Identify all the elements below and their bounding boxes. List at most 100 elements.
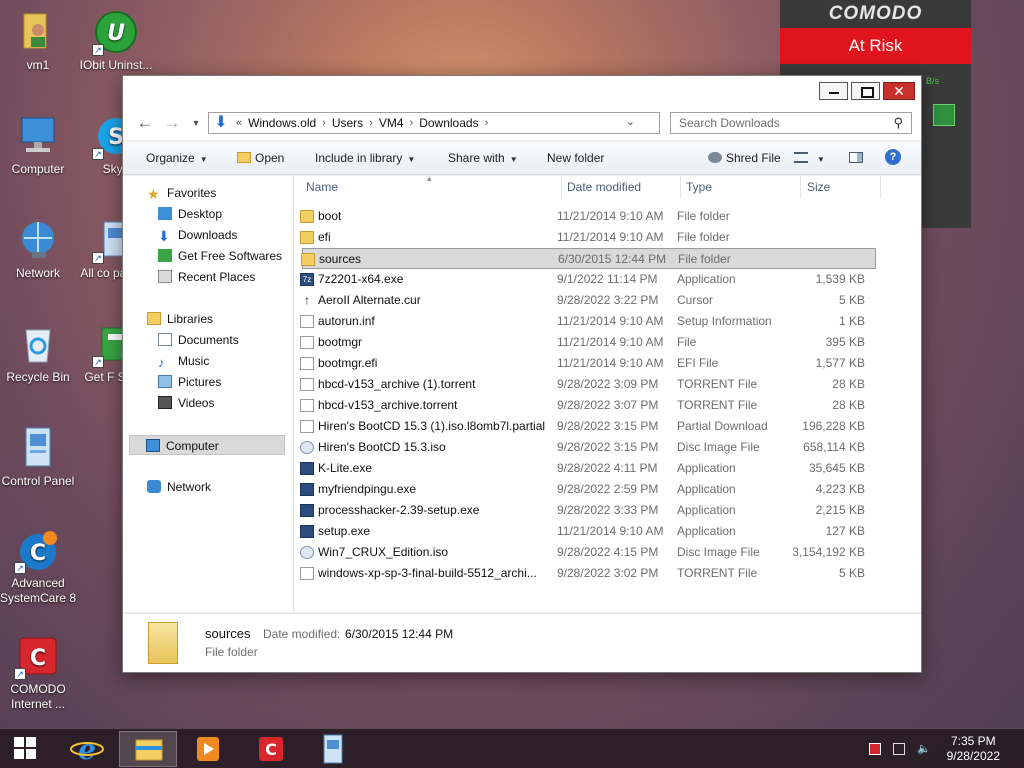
folder-icon: [300, 210, 314, 223]
nav-desktop[interactable]: Desktop: [158, 204, 222, 224]
file-date-modified: 9/28/2022 3:33 PM: [557, 503, 659, 517]
file-row[interactable]: Win7_CRUX_Edition.iso 9/28/2022 4:15 PM Di…: [300, 542, 876, 563]
nav-documents[interactable]: Documents: [158, 330, 239, 350]
nav-favorites[interactable]: ★ Favorites: [147, 183, 216, 203]
breadcrumb-separator-icon[interactable]: ›: [322, 117, 326, 129]
forward-arrow-icon[interactable]: →: [162, 114, 182, 134]
breadcrumb-downloads[interactable]: Downloads: [419, 116, 478, 130]
desktop-icon-advanced-systemcare[interactable]: C ↗ Advanced SystemCare 8: [0, 528, 78, 606]
file-row[interactable]: hbcd-v153_archive.torrent 9/28/2022 3:07 …: [300, 395, 876, 416]
desktop-icon-control-panel[interactable]: Control Panel: [0, 426, 78, 489]
column-header-name[interactable]: Name: [306, 176, 338, 198]
comodo-status-badge[interactable]: At Risk: [780, 28, 971, 64]
nav-computer[interactable]: Computer: [129, 435, 285, 455]
new-folder-button[interactable]: New folder: [547, 151, 604, 165]
maximize-button[interactable]: [851, 82, 880, 100]
nav-label: Music: [178, 354, 210, 368]
file-row[interactable]: myfriendpingu.exe 9/28/2022 2:59 PM Applic…: [300, 479, 876, 500]
downloads-arrow-icon: ⬇: [158, 228, 170, 244]
taskbar-media-player[interactable]: [179, 731, 237, 767]
breadcrumb-separator-icon[interactable]: ›: [369, 117, 373, 129]
file-row[interactable]: boot 11/21/2014 9:10 AM File folder: [300, 206, 876, 227]
file-row[interactable]: 7z 7z2201-x64.exe 9/1/2022 11:14 PM Applica…: [300, 269, 876, 290]
iobit-icon: U ↗: [92, 10, 138, 56]
start-windows-icon[interactable]: [14, 737, 38, 761]
breadcrumb-users[interactable]: Users: [332, 116, 363, 130]
network-globe-icon: [16, 218, 60, 262]
taskbar-control-panel[interactable]: [304, 731, 362, 767]
change-view-button[interactable]: ▼: [794, 151, 825, 165]
address-bar[interactable]: ⬇ « Windows.old › Users › VM4 › Download…: [208, 112, 739, 134]
breadcrumb-separator-icon[interactable]: ›: [410, 117, 414, 129]
search-icon[interactable]: ⚲: [893, 115, 903, 131]
file-row[interactable]: processhacker-2.39-setup.exe 9/28/2022 3:…: [300, 500, 876, 521]
shred-file-button[interactable]: Shred File: [708, 151, 781, 165]
file-row[interactable]: bootmgr 11/21/2014 9:10 AM File 395 KB: [300, 332, 876, 353]
open-button[interactable]: Open: [237, 151, 284, 165]
window-titlebar[interactable]: ✕: [123, 76, 921, 106]
application-icon: [300, 483, 314, 496]
taskbar-comodo[interactable]: C: [242, 731, 300, 767]
desktop-icon-iobit[interactable]: U ↗ IObit Uninst...: [76, 10, 156, 73]
help-button[interactable]: ?: [885, 149, 901, 165]
organize-button[interactable]: Organize ▼: [146, 151, 208, 165]
file-row[interactable]: setup.exe 11/21/2014 9:10 AM Application 12…: [300, 521, 876, 542]
nav-recent-places[interactable]: Recent Places: [158, 267, 255, 287]
back-arrow-icon[interactable]: ←: [135, 114, 155, 134]
breadcrumb-vm4[interactable]: VM4: [379, 116, 404, 130]
column-header-type[interactable]: Type: [686, 176, 712, 198]
network-warning-icon[interactable]: [893, 743, 905, 755]
nav-label: Videos: [178, 396, 215, 410]
search-input[interactable]: Search Downloads ⚲: [670, 112, 912, 134]
nav-get-free-softwares[interactable]: Get Free Softwares: [158, 246, 282, 266]
7zip-icon: 7z: [300, 273, 314, 286]
column-header-date[interactable]: Date modified: [567, 176, 641, 198]
clock[interactable]: 7:35 PM 9/28/2022: [947, 734, 1000, 764]
breadcrumb-overflow[interactable]: «: [236, 117, 242, 129]
file-row[interactable]: ↑ AeroII Alternate.cur 9/28/2022 3:22 PM Cu…: [302, 290, 876, 311]
desktop-icon-computer[interactable]: Computer: [0, 114, 78, 177]
breadcrumb-separator-icon[interactable]: ›: [485, 117, 489, 129]
file-size: 658,114 KB: [803, 440, 865, 454]
column-divider[interactable]: [880, 176, 881, 198]
file-row[interactable]: hbcd-v153_archive (1).torrent 9/28/2022 3…: [300, 374, 876, 395]
file-row[interactable]: Hiren's BootCD 15.3 (1).iso.l8omb7l.part…: [300, 416, 876, 437]
desktop-icon-vm1[interactable]: vm1: [0, 10, 78, 73]
desktop-icon-network[interactable]: Network: [0, 218, 78, 281]
nav-music[interactable]: ♪ Music: [158, 351, 209, 371]
volume-muted-icon[interactable]: 🔈: [917, 743, 931, 755]
file-row[interactable]: Hiren's BootCD 15.3.iso 9/28/2022 3:15 PM…: [300, 437, 876, 458]
nav-downloads[interactable]: ⬇ Downloads: [158, 225, 237, 245]
nav-network[interactable]: Network: [147, 477, 211, 497]
include-in-library-button[interactable]: Include in library ▼: [315, 151, 415, 165]
nav-pictures[interactable]: Pictures: [158, 372, 221, 392]
file-row[interactable]: windows-xp-sp-3-final-build-5512_archi..…: [300, 563, 876, 584]
column-divider[interactable]: [561, 176, 562, 198]
file-row[interactable]: autorun.inf 11/21/2014 9:10 AM Setup Infor…: [300, 311, 876, 332]
file-row[interactable]: bootmgr.efi 11/21/2014 9:10 AM EFI File 1,5…: [300, 353, 876, 374]
minimize-button[interactable]: [819, 82, 848, 100]
share-with-button[interactable]: Share with ▼: [448, 151, 518, 165]
nav-videos[interactable]: Videos: [158, 393, 214, 413]
comodo-speed: B/s: [925, 76, 939, 86]
nav-libraries[interactable]: Libraries: [147, 309, 213, 329]
taskbar-internet-explorer[interactable]: e: [58, 731, 116, 767]
file-type: File folder: [678, 252, 731, 266]
column-divider[interactable]: [800, 176, 801, 198]
recent-locations-chevron-icon[interactable]: ▼: [186, 114, 206, 134]
close-button[interactable]: ✕: [883, 82, 915, 100]
file-row[interactable]: efi 11/21/2014 9:10 AM File folder: [300, 227, 876, 248]
taskbar-file-explorer[interactable]: [119, 731, 177, 767]
breadcrumb-windows-old[interactable]: Windows.old: [248, 116, 316, 130]
desktop-icon-comodo-internet[interactable]: C ↗ COMODO Internet ...: [0, 634, 78, 712]
file-row[interactable]: K-Lite.exe 9/28/2022 4:11 PM Application 35…: [300, 458, 876, 479]
column-header-size[interactable]: Size: [807, 176, 830, 198]
preview-pane-button[interactable]: [849, 151, 867, 165]
file-list: Name ▴ Date modified Type Size boot 11/21…: [293, 173, 921, 612]
column-divider[interactable]: [680, 176, 681, 198]
comodo-monitor-icon[interactable]: [933, 104, 955, 126]
address-dropdown-chevron-icon[interactable]: ⌄: [626, 115, 635, 128]
desktop-icon-recycle-bin[interactable]: Recycle Bin: [0, 322, 78, 385]
file-row[interactable]: sources 6/30/2015 12:44 PM File folder: [301, 248, 876, 269]
comodo-tray-icon[interactable]: [869, 743, 881, 755]
